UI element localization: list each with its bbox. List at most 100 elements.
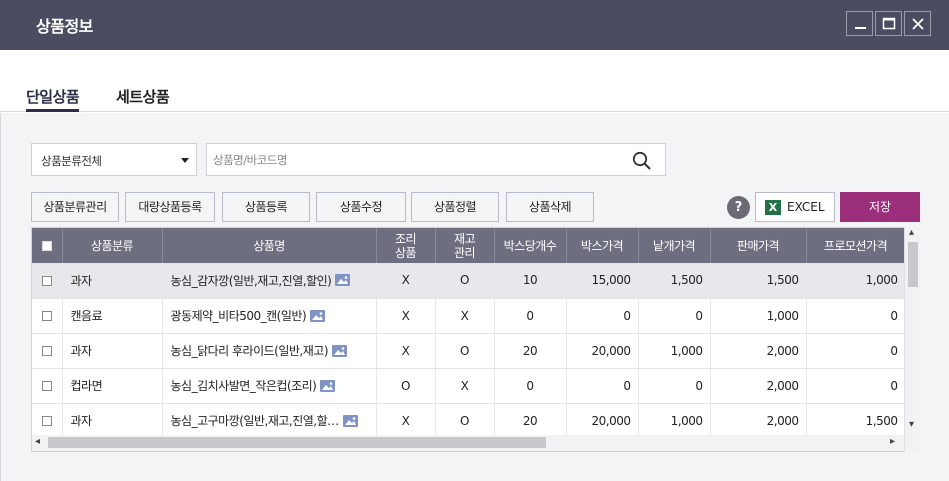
save-button[interactable]: 저장 (840, 192, 920, 222)
header-promo-price[interactable]: 프로모션가격 (806, 228, 906, 263)
cell-unit-price: 0 (638, 368, 711, 404)
product-grid: 상품분류 상품명 조리 상품 재고 관리 박스당개수 박스가격 낱개가격 판매가격 … (31, 227, 920, 452)
scroll-down-icon[interactable]: ▾ (909, 419, 914, 430)
cell-promo-price: 0 (806, 298, 906, 334)
maximize-icon (882, 17, 896, 30)
row-checkbox-cell[interactable] (32, 403, 63, 439)
search-input[interactable] (213, 150, 613, 170)
cell-category: 과자 (62, 403, 163, 439)
cell-per-box: 0 (494, 298, 567, 334)
tab-bar: 단일상품 세트상품 (0, 50, 949, 112)
vertical-scroll-thumb[interactable] (908, 242, 918, 287)
cell-stock: O (435, 333, 495, 369)
image-icon[interactable] (335, 274, 351, 287)
cell-cook: X (376, 333, 436, 369)
row-checkbox[interactable] (41, 346, 52, 356)
minimize-icon (855, 27, 866, 29)
row-checkbox-cell[interactable] (32, 368, 63, 404)
cell-promo-price: 1,500 (806, 403, 906, 439)
row-checkbox[interactable] (41, 381, 52, 391)
register-button[interactable]: 상품등록 (222, 192, 310, 222)
header-unit-price[interactable]: 낱개가격 (638, 228, 711, 263)
cell-per-box: 0 (494, 368, 567, 404)
product-name: 농심_감자깡(일반,재고,진열,할인) (170, 273, 332, 288)
product-name: 농심_닭다리 후라이드(일반,재고) (170, 344, 329, 358)
close-button[interactable] (904, 11, 931, 36)
product-table: 상품분류 상품명 조리 상품 재고 관리 박스당개수 박스가격 낱개가격 판매가격 … (32, 228, 906, 439)
row-checkbox-cell[interactable] (32, 263, 63, 299)
cell-name: 광동제약_비타500_캔(일반) (162, 298, 377, 334)
horizontal-scrollbar[interactable]: ◂ ▸ (32, 435, 904, 451)
maximize-button[interactable] (875, 11, 902, 36)
sort-button[interactable]: 상품정렬 (411, 192, 499, 222)
cell-box-price: 15,000 (566, 263, 639, 299)
header-category[interactable]: 상품분류 (62, 228, 163, 263)
cell-name: 농심_닭다리 후라이드(일반,재고) (162, 333, 377, 369)
header-select-all[interactable] (32, 228, 63, 263)
select-all-checkbox[interactable] (41, 241, 52, 251)
cell-stock: O (435, 403, 495, 439)
table-row[interactable]: 캔음료 광동제약_비타500_캔(일반) X X 0 0 0 1,000 0 (32, 298, 906, 334)
header-box-price[interactable]: 박스가격 (566, 228, 639, 263)
cell-category: 컵라면 (62, 368, 163, 404)
row-checkbox[interactable] (41, 275, 52, 286)
edit-button[interactable]: 상품수정 (316, 192, 406, 222)
scroll-right-icon[interactable]: ▸ (890, 436, 895, 447)
row-checkbox[interactable] (41, 416, 52, 426)
delete-button[interactable]: 상품삭제 (506, 192, 594, 222)
image-icon[interactable] (342, 414, 358, 427)
bulk-register-button[interactable]: 대량상품등록 (125, 192, 215, 222)
row-checkbox[interactable] (41, 311, 52, 321)
cell-box-price: 20,000 (566, 403, 639, 439)
cell-sale-price: 2,000 (710, 333, 807, 369)
image-icon[interactable] (310, 309, 326, 322)
cell-box-price: 0 (566, 298, 639, 334)
scroll-left-icon[interactable]: ◂ (35, 436, 40, 447)
help-icon[interactable]: ? (727, 196, 750, 219)
header-cook[interactable]: 조리 상품 (376, 228, 436, 263)
cell-promo-price: 0 (806, 368, 906, 404)
cell-category: 과자 (62, 333, 163, 369)
header-cook-line2: 상품 (394, 245, 417, 260)
tab-single-product[interactable]: 단일상품 (26, 86, 80, 112)
cell-stock: X (435, 368, 495, 404)
excel-button[interactable]: X EXCEL (755, 192, 835, 222)
cell-box-price: 20,000 (566, 333, 639, 369)
cell-category: 캔음료 (62, 298, 163, 334)
horizontal-scroll-thumb[interactable] (48, 437, 546, 448)
table-row[interactable]: 과자 농심_감자깡(일반,재고,진열,할인) X O 10 15,000 1,5… (32, 263, 906, 299)
cell-per-box: 20 (494, 333, 567, 369)
cell-cook: X (376, 263, 436, 299)
caret-down-icon (181, 158, 189, 163)
excel-icon: X (765, 200, 781, 215)
search-icon[interactable] (632, 151, 651, 170)
cell-unit-price: 1,500 (638, 263, 711, 299)
header-per-box[interactable]: 박스당개수 (494, 228, 567, 263)
header-name[interactable]: 상품명 (162, 228, 377, 263)
cell-promo-price: 0 (806, 333, 906, 369)
cell-cook: O (376, 368, 436, 404)
product-name: 농심_김치사발면_작은컵(조리) (170, 379, 317, 393)
category-manage-button[interactable]: 상품분류관리 (31, 192, 119, 222)
header-stock[interactable]: 재고 관리 (435, 228, 495, 263)
cell-sale-price: 2,000 (710, 368, 807, 404)
table-row[interactable]: 과자 농심_닭다리 후라이드(일반,재고) X O 20 20,000 1,00… (32, 333, 906, 369)
table-row[interactable]: 컵라면 농심_김치사발면_작은컵(조리) O X 0 0 0 2,000 0 (32, 368, 906, 404)
cell-cook: X (376, 298, 436, 334)
image-icon[interactable] (320, 379, 336, 392)
cell-box-price: 0 (566, 368, 639, 404)
vertical-scrollbar[interactable]: ▴ ▾ (904, 227, 920, 452)
header-sale-price[interactable]: 판매가격 (710, 228, 807, 263)
scroll-up-icon[interactable]: ▴ (909, 227, 914, 238)
tab-set-product[interactable]: 세트상품 (116, 86, 170, 109)
table-row[interactable]: 과자 농심_고구마깡(일반,재고,진열,할… X O 20 20,000 1,0… (32, 403, 906, 439)
image-icon[interactable] (332, 344, 348, 357)
cell-name: 농심_감자깡(일반,재고,진열,할인) (162, 263, 377, 299)
row-checkbox-cell[interactable] (32, 298, 63, 334)
cell-name: 농심_김치사발면_작은컵(조리) (162, 368, 377, 404)
row-checkbox-cell[interactable] (32, 333, 63, 369)
category-select[interactable]: 상품분류전체 (31, 143, 197, 176)
window-title: 상품정보 (36, 17, 93, 36)
cell-unit-price: 1,000 (638, 403, 711, 439)
minimize-button[interactable] (846, 11, 873, 36)
